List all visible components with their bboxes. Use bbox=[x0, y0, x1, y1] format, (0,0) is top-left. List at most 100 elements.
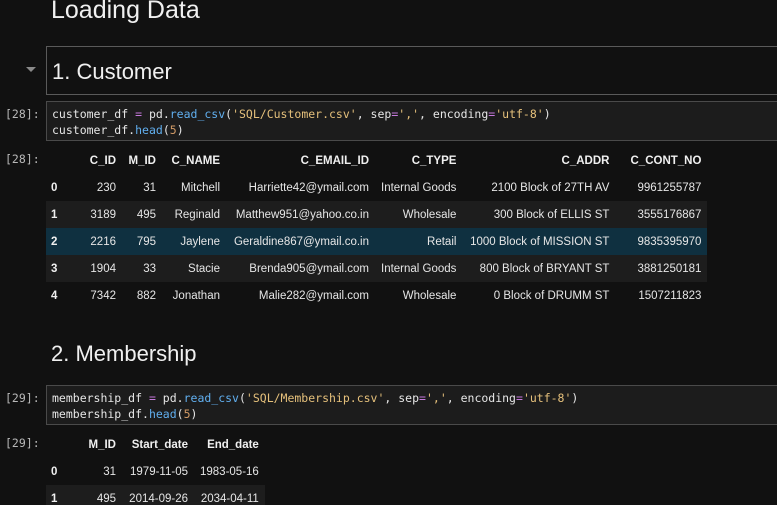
markdown-cell-customer[interactable]: 1. Customer bbox=[46, 46, 777, 95]
table-cell: 795 bbox=[136, 235, 156, 248]
code-token: membership_df bbox=[52, 391, 143, 405]
table-cell: 7342 bbox=[90, 289, 116, 302]
code-line: customer_df = pd.read_csv('SQL/Customer.… bbox=[52, 107, 551, 121]
code-cell-customer[interactable]: customer_df = pd.read_csv ('SQL/Customer.… bbox=[46, 101, 777, 141]
table-cell: 2034-04-11 bbox=[200, 492, 259, 505]
column-header: M_ID bbox=[88, 439, 116, 451]
column-header: C_EMAIL_ID bbox=[300, 155, 369, 167]
code-token: customer_df bbox=[52, 123, 129, 137]
code-token: ) bbox=[176, 123, 184, 137]
table-cell: Stacie bbox=[188, 262, 220, 275]
code-token: 'SQL/Membership.csv' bbox=[245, 391, 385, 405]
code-token: , sep bbox=[384, 391, 420, 405]
table-row: 1 495 2014-09-26 2034-04-11 bbox=[46, 485, 265, 505]
table-cell: Jaylene bbox=[180, 235, 220, 248]
notebook-page: Loading Data 1. Customer [28]: customer_… bbox=[0, 0, 777, 505]
table-row: 4 7342 882 Jonathan Malie282@ymail.com Wholes… bbox=[46, 282, 708, 309]
table-cell: 1904 bbox=[90, 262, 116, 275]
table-cell: 31 bbox=[103, 465, 116, 478]
code-token: 5 bbox=[169, 123, 177, 137]
column-header: Start_date bbox=[131, 439, 188, 451]
code-token: = bbox=[419, 391, 426, 405]
column-header: C_TYPE bbox=[411, 155, 457, 167]
code-token: pd bbox=[148, 107, 163, 121]
row-index: 3 bbox=[51, 262, 58, 275]
table-row: 0 230 31 Mitchell Harriette42@ymail.com Inter… bbox=[46, 174, 708, 201]
table-row: 0 31 1979-11-05 1983-05-16 bbox=[46, 458, 265, 485]
code-line: customer_df.head(5) bbox=[52, 123, 184, 137]
index-header bbox=[46, 432, 70, 458]
table-cell: Mitchell bbox=[181, 181, 220, 194]
row-index: 2 bbox=[51, 235, 58, 248]
code-token: ( bbox=[238, 391, 246, 405]
table-header-row: M_ID Start_date End_date bbox=[46, 432, 265, 458]
table-cell: 3189 bbox=[90, 208, 116, 221]
table-cell: 495 bbox=[96, 492, 116, 505]
table-cell: 2014-09-26 bbox=[129, 492, 188, 505]
column-header: C_CONT_NO bbox=[630, 155, 702, 167]
input-prompt: [28]: bbox=[5, 107, 40, 121]
output-prompt: [28]: bbox=[5, 152, 40, 166]
heading-loading-data: Loading Data bbox=[51, 0, 200, 24]
heading-customer: 1. Customer bbox=[52, 59, 172, 84]
table-cell: 230 bbox=[96, 181, 116, 194]
row-index: 1 bbox=[51, 208, 58, 221]
code-token: membership_df bbox=[52, 407, 143, 421]
column-header: C_ID bbox=[89, 155, 116, 167]
table-cell: 33 bbox=[143, 262, 156, 275]
table-cell: Malie282@ymail.com bbox=[258, 289, 369, 302]
code-token: . bbox=[176, 391, 184, 405]
table-cell: 1983-05-16 bbox=[200, 465, 259, 478]
code-token: , encoding bbox=[446, 391, 516, 405]
table-cell: 1000 Block of MISSION ST bbox=[470, 235, 610, 248]
table-cell: Matthew951@yahoo.co.in bbox=[235, 208, 369, 221]
customer-dataframe: C_ID M_ID C_NAME C_EMAIL_ID C_TYPE C_ADDR C_CO… bbox=[46, 148, 708, 309]
table-cell: 31 bbox=[143, 181, 156, 194]
code-token: head bbox=[135, 123, 163, 137]
table-cell: Internal Goods bbox=[381, 262, 457, 275]
code-token: ) bbox=[571, 391, 579, 405]
code-token: pd bbox=[162, 391, 177, 405]
table-cell: Reginald bbox=[174, 208, 220, 221]
table-row: 1 3189 495 Reginald Matthew951@yahoo.co.in Wh… bbox=[46, 201, 708, 228]
heading-membership: 2. Membership bbox=[51, 341, 197, 366]
collapse-caret-icon[interactable] bbox=[26, 67, 36, 72]
code-token: 5 bbox=[183, 407, 191, 421]
code-token: 'utf-8' bbox=[495, 107, 544, 121]
code-token: read_csv bbox=[169, 107, 226, 121]
table-cell: Wholesale bbox=[402, 289, 457, 302]
table-cell: 495 bbox=[136, 208, 156, 221]
code-token: . bbox=[162, 107, 170, 121]
column-header: C_ADDR bbox=[561, 155, 610, 167]
table-cell: Wholesale bbox=[402, 208, 457, 221]
column-header: C_NAME bbox=[171, 155, 220, 167]
column-header: M_ID bbox=[128, 155, 156, 167]
code-token: ',' bbox=[398, 107, 420, 121]
code-token: 'SQL/Customer.csv' bbox=[232, 107, 357, 121]
code-token: . bbox=[142, 407, 149, 421]
index-header bbox=[46, 148, 70, 174]
table-cell: 2216 bbox=[90, 235, 116, 248]
code-token: read_csv bbox=[183, 391, 239, 405]
code-cell-membership[interactable]: membership_df = pd.read_csv('SQL/Members… bbox=[46, 385, 777, 425]
code-line: membership_df.head(5) bbox=[52, 407, 197, 421]
table-cell: 3555176867 bbox=[637, 208, 702, 221]
row-index: 0 bbox=[51, 181, 58, 194]
table-header-row: C_ID M_ID C_NAME C_EMAIL_ID C_TYPE C_ADDR C_CO… bbox=[46, 148, 707, 174]
table-cell: 800 Block of BRYANT ST bbox=[479, 262, 610, 275]
code-token: , encoding bbox=[419, 107, 489, 121]
table-cell: 300 Block of ELLIS ST bbox=[493, 208, 610, 221]
table-cell: Retail bbox=[427, 235, 457, 248]
code-token: ( bbox=[162, 123, 170, 137]
table-row: 3 1904 33 Stacie Brenda905@ymail.com Internal… bbox=[46, 255, 708, 282]
code-token: 'utf-8' bbox=[522, 391, 572, 405]
table-row: 2 2216 795 Jaylene Geraldine867@ymail.co.in R… bbox=[46, 228, 708, 255]
code-line: membership_df = pd.read_csv('SQL/Members… bbox=[52, 391, 578, 405]
table-cell: 882 bbox=[136, 289, 156, 302]
input-prompt: [29]: bbox=[5, 391, 40, 405]
code-token: ) bbox=[190, 407, 198, 421]
column-header: End_date bbox=[207, 439, 259, 451]
code-token: head bbox=[148, 407, 177, 421]
code-token: customer_df bbox=[52, 107, 129, 121]
code-token: = bbox=[516, 391, 523, 405]
